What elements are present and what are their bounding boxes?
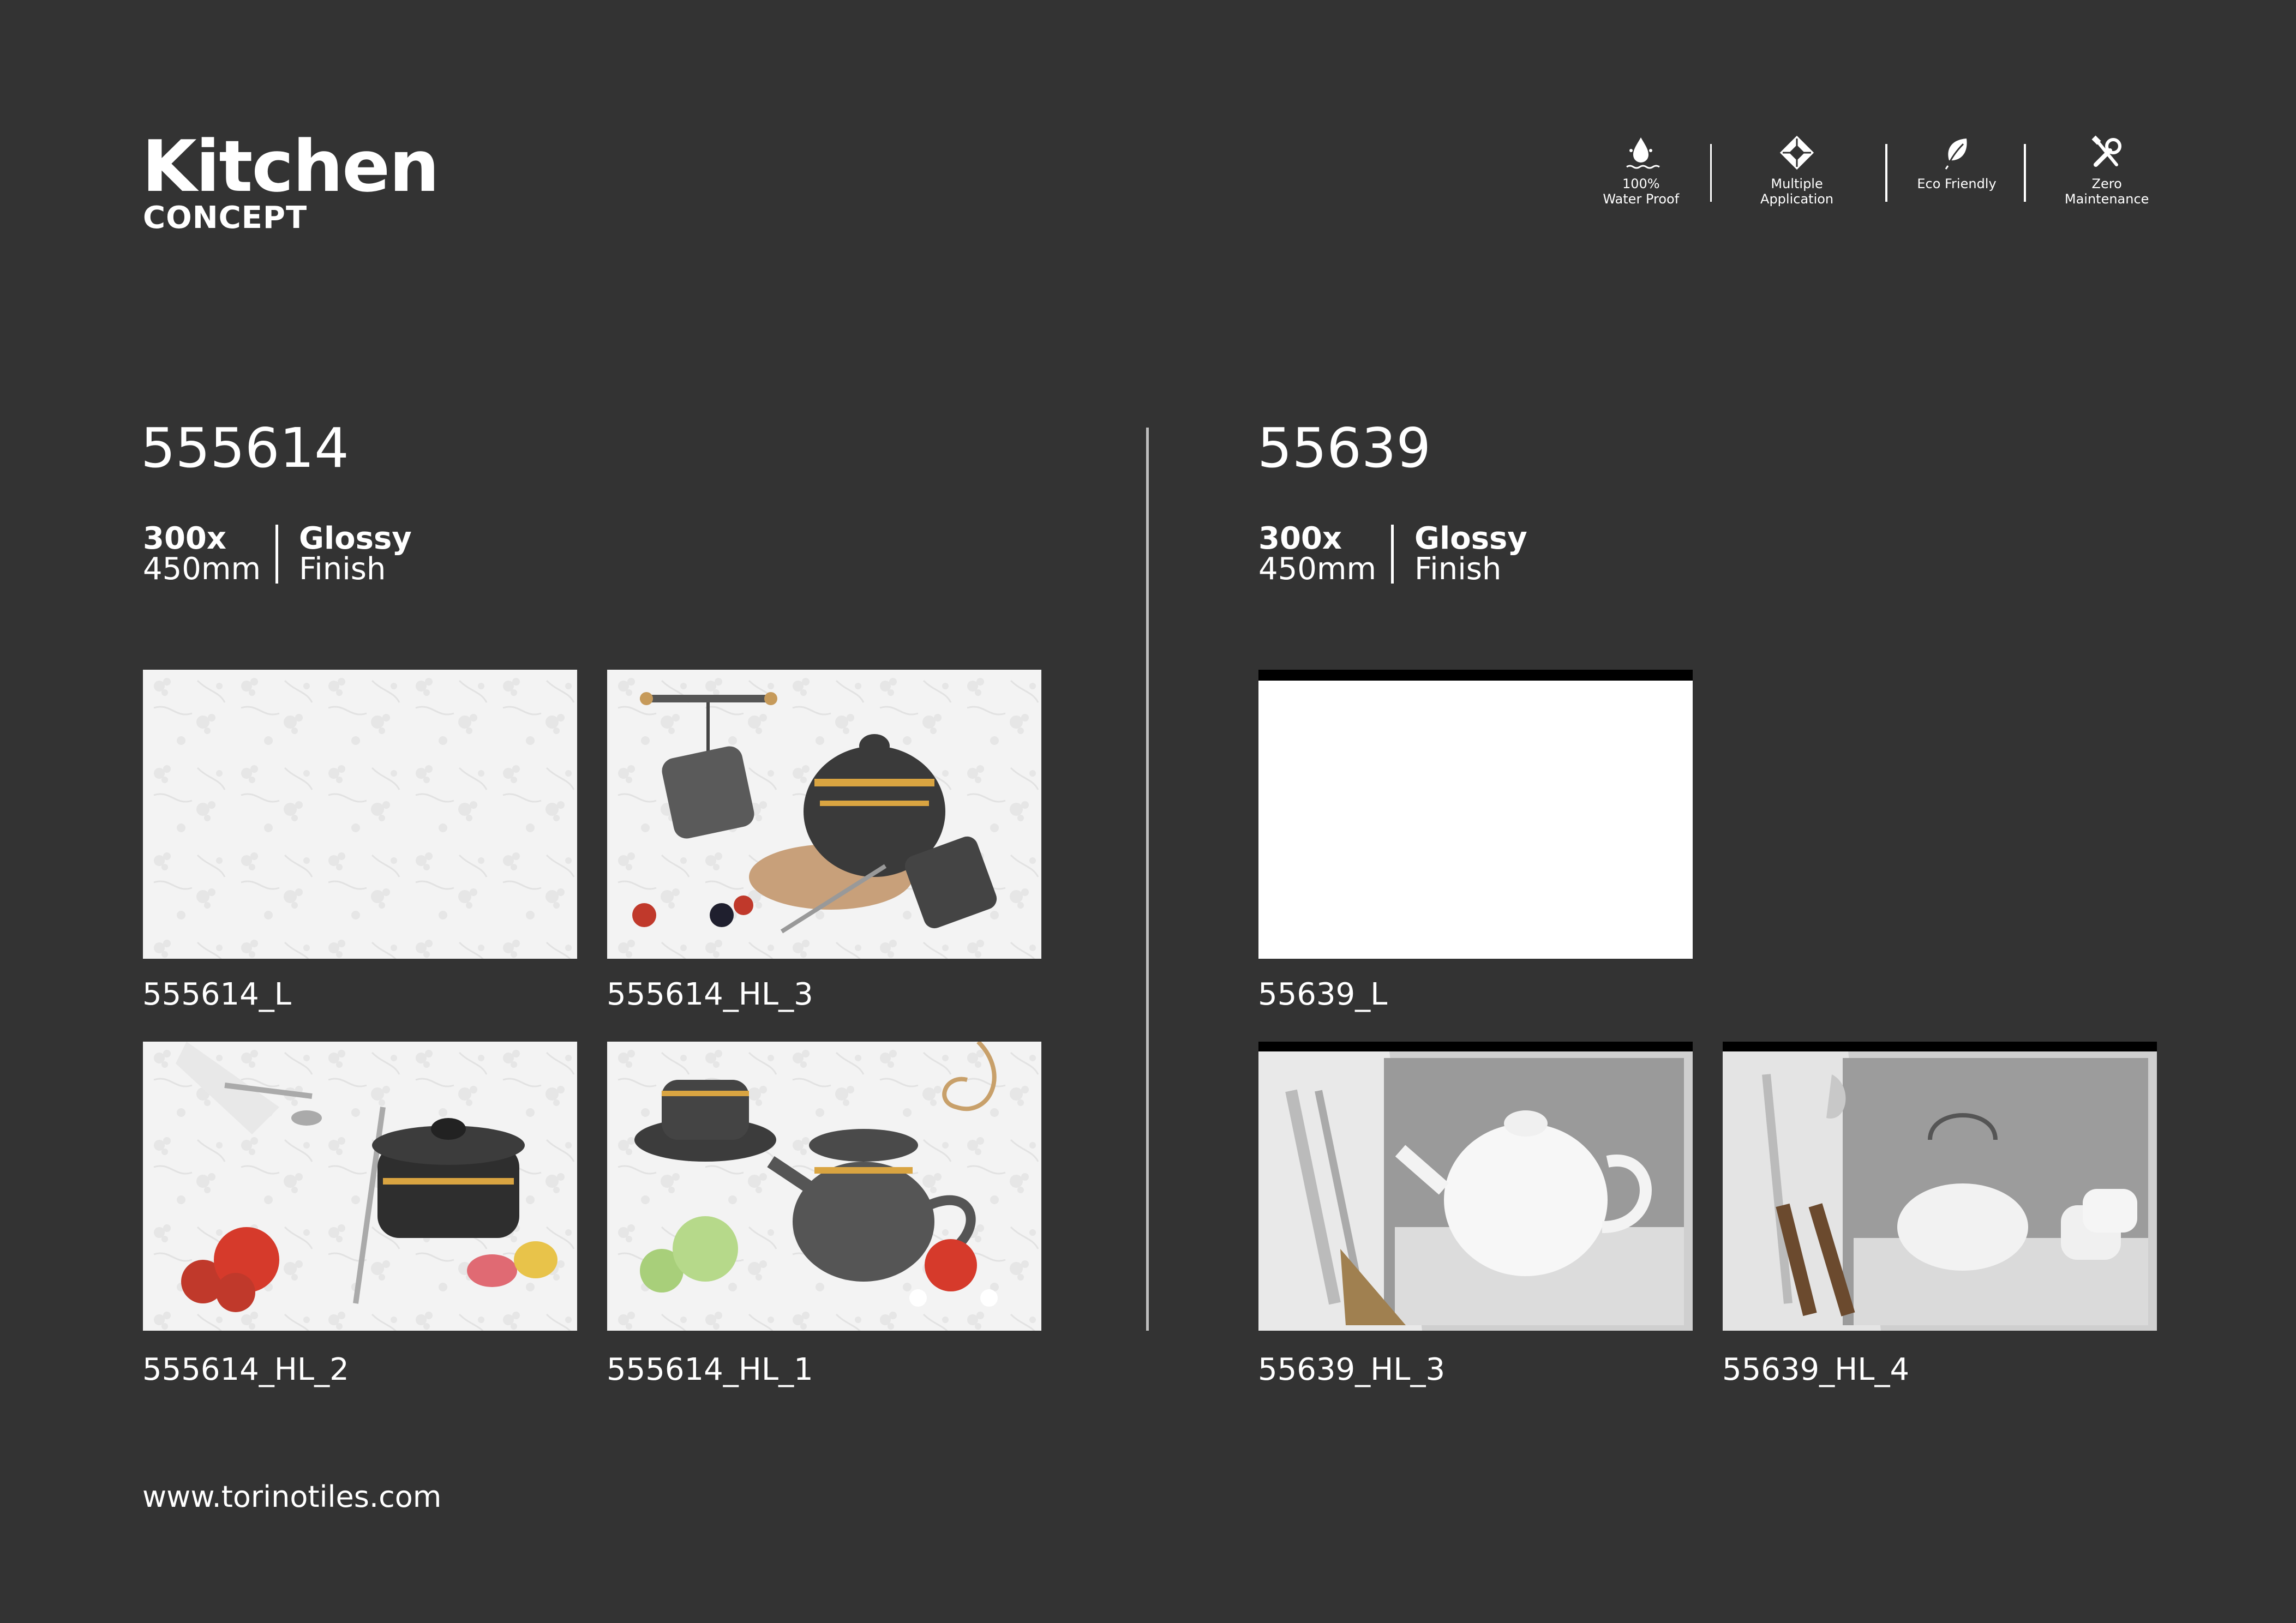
- tile-pot-image: [143, 1042, 577, 1331]
- feature-label: Zero Maintenance: [2064, 176, 2149, 207]
- tile-image-55639-l[interactable]: [1258, 670, 1693, 959]
- spec-divider: [1391, 525, 1394, 584]
- water-drop-icon: [1626, 137, 1660, 169]
- size-spec-line2: 450mm: [1258, 551, 1376, 587]
- feature-divider: [2024, 144, 2027, 202]
- finish-spec-line2: Finish: [1414, 551, 1502, 587]
- finish-spec: Glossy Finish: [1414, 524, 1527, 585]
- tile-caption: 55639_HL_3: [1258, 1352, 1446, 1387]
- tile-image-55639-hl-4[interactable]: [1723, 1042, 2157, 1331]
- leaf-icon: [1945, 139, 1967, 170]
- tile-cookware-image: [607, 670, 1041, 959]
- tile-teapot-image: [607, 1042, 1041, 1331]
- feature-divider: [1710, 144, 1712, 202]
- tile-floral-image: [143, 670, 577, 959]
- tile-caption: 55639_L: [1258, 977, 1388, 1012]
- tile-caption: 555614_HL_2: [142, 1352, 349, 1387]
- feature-strip: 100% Water Proof Multiple Application Ec…: [1593, 131, 2166, 207]
- feature-label: Multiple Application: [1760, 176, 1834, 207]
- website-link[interactable]: www.torinotiles.com: [142, 1482, 441, 1512]
- finish-spec-line2: Finish: [299, 551, 386, 587]
- brand-subtitle: CONCEPT: [143, 200, 308, 236]
- finish-spec-line1: Glossy: [1414, 521, 1527, 556]
- feature-zero-maintenance: Zero Maintenance: [2048, 131, 2166, 207]
- finish-spec: Glossy Finish: [299, 524, 412, 585]
- tile-image-555614-hl-2[interactable]: [143, 1042, 577, 1331]
- feature-eco-friendly: Eco Friendly: [1911, 131, 2003, 192]
- tile-image-555614-l[interactable]: [143, 670, 577, 959]
- tile-image-555614-hl-3[interactable]: [607, 670, 1041, 959]
- tile-caption: 555614_HL_1: [607, 1352, 813, 1387]
- product-code: 55639: [1257, 416, 1431, 480]
- spec-divider: [275, 525, 278, 584]
- section-divider: [1146, 428, 1149, 1331]
- feature-water-proof: 100% Water Proof: [1593, 131, 1689, 207]
- feature-label: 100% Water Proof: [1603, 176, 1680, 207]
- tile-tea-set-image: [1723, 1042, 2157, 1331]
- size-spec-line1: 300x: [143, 521, 227, 556]
- feature-divider: [1885, 144, 1887, 202]
- tile-caption: 55639_HL_4: [1722, 1352, 1910, 1387]
- feature-multiple-application: Multiple Application: [1733, 131, 1861, 207]
- size-spec: 300x 450mm: [143, 524, 261, 585]
- tile-image-55639-hl-3[interactable]: [1258, 1042, 1693, 1331]
- product-code: 555614: [141, 416, 349, 480]
- tile-caption: 555614_HL_3: [607, 977, 813, 1012]
- size-spec: 300x 450mm: [1258, 524, 1376, 585]
- feature-label: Eco Friendly: [1917, 176, 1997, 191]
- multiple-application-icon: [1779, 135, 1814, 170]
- tools-icon: [2091, 135, 2122, 167]
- brand-title: Kitchen: [142, 125, 440, 208]
- tile-white-teapot-image: [1258, 1042, 1693, 1331]
- finish-spec-line1: Glossy: [299, 521, 412, 556]
- tile-caption: 555614_L: [142, 977, 291, 1012]
- tile-plain-white-image: [1258, 670, 1693, 959]
- size-spec-line1: 300x: [1258, 521, 1342, 556]
- tile-image-555614-hl-1[interactable]: [607, 1042, 1041, 1331]
- size-spec-line2: 450mm: [143, 551, 261, 587]
